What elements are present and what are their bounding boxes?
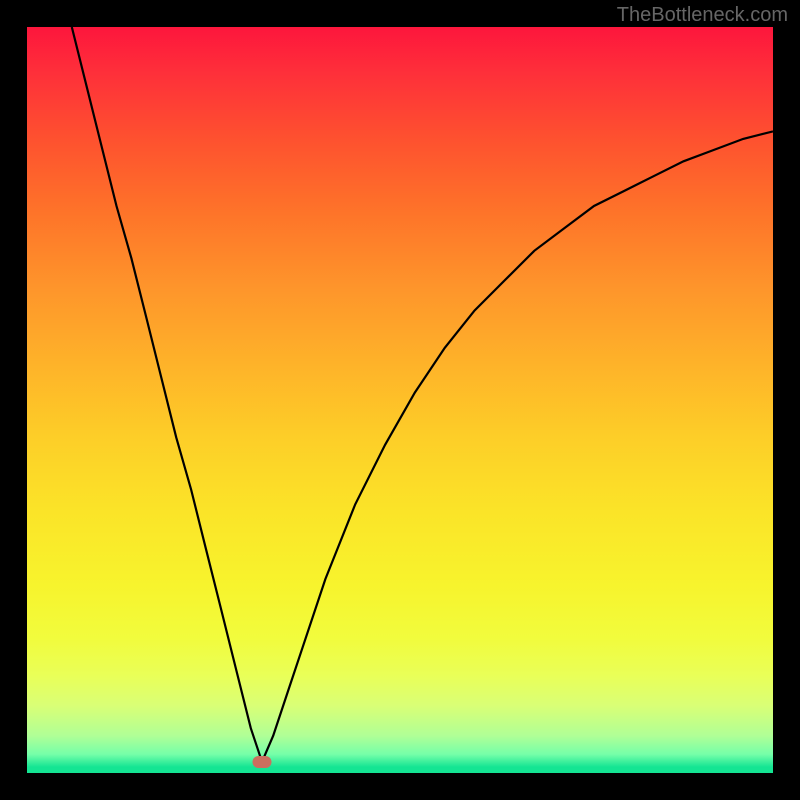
watermark-text: TheBottleneck.com (617, 4, 788, 27)
plot-area (27, 27, 773, 773)
curve-svg (27, 27, 773, 773)
bottleneck-curve (72, 27, 773, 762)
minimum-marker (252, 756, 271, 768)
